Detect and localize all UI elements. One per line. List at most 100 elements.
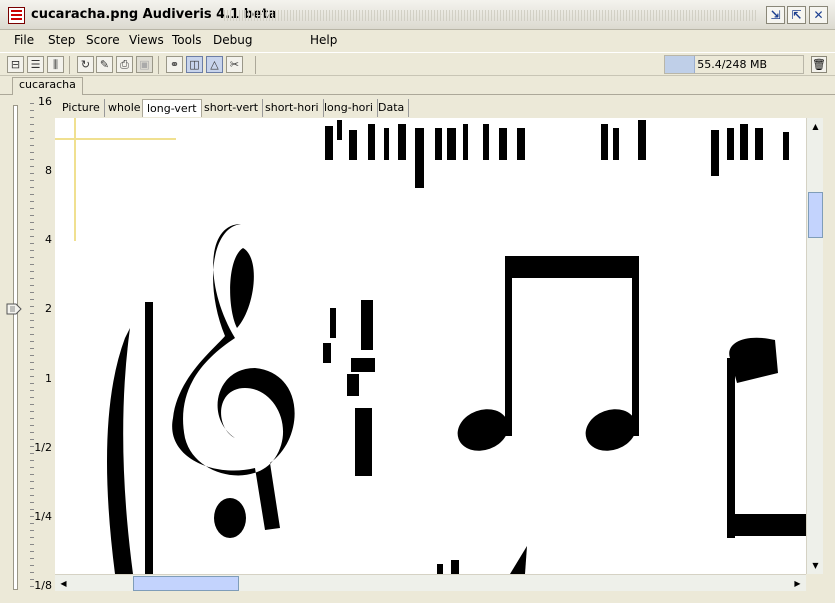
zoom-ruler-tick: [30, 488, 34, 489]
toolbar-separator: [255, 56, 256, 74]
zoom-ruler-tick: [30, 369, 34, 370]
menu-tools[interactable]: Tools: [172, 33, 202, 47]
zoom-ruler-tick: [30, 467, 34, 468]
vertical-layout-icon[interactable]: ⫼: [47, 56, 64, 73]
zoom-ruler[interactable]: 16 8 4 2 1 1/2 1/4 1/8: [0, 95, 55, 597]
menu-score[interactable]: Score: [86, 33, 120, 47]
title-bar: cucaracha.png Audiveris 4.1 beta ⇲ ⇱ ✕: [0, 0, 835, 30]
print-icon[interactable]: ⎙: [116, 56, 133, 73]
zoom-ruler-tick: [30, 572, 34, 573]
scroll-corner: [806, 574, 823, 591]
save-icon[interactable]: ▣: [136, 56, 153, 73]
horizontal-scrollbar[interactable]: ◀ ▶: [55, 574, 806, 591]
score-image-view[interactable]: [55, 118, 806, 574]
music-notation-image: [55, 118, 806, 574]
zoom-ruler-tick: [30, 376, 34, 377]
zoom-ruler-tick: [30, 432, 34, 433]
toolbar-separator: [69, 56, 70, 74]
zoom-ruler-tick: [30, 285, 34, 286]
garbage-collect-icon[interactable]: 🗑: [811, 56, 827, 73]
refresh-icon[interactable]: ↻: [77, 56, 94, 73]
memory-gauge-fill: [665, 56, 696, 73]
memory-gauge[interactable]: 55.4/248 MB: [664, 55, 804, 74]
tab-long-hori[interactable]: long-hori: [320, 99, 378, 117]
score-tab-strip: cucaracha: [0, 76, 835, 95]
scroll-left-icon[interactable]: ◀: [56, 576, 71, 591]
zoom-ruler-tick: [30, 348, 34, 349]
tab-long-vert[interactable]: long-vert: [142, 99, 202, 117]
zoom-ruler-tick: [30, 278, 34, 279]
menu-file[interactable]: File: [14, 33, 34, 47]
zoom-ruler-tick: [30, 292, 34, 293]
open-image-icon[interactable]: ⊟: [7, 56, 24, 73]
zoom-ruler-tick: [30, 551, 34, 552]
zoom-ruler-tick: [30, 579, 34, 580]
menu-bar: File Step Score Views Tools Debug Help: [0, 30, 835, 52]
zoom-label: 16: [38, 95, 52, 108]
score-tab-cucaracha[interactable]: cucaracha: [12, 77, 83, 95]
zoom-ruler-tick: [30, 159, 34, 160]
zoom-ruler-tick: [30, 166, 34, 167]
vertical-scroll-thumb[interactable]: [808, 192, 823, 238]
horizontal-scroll-thumb[interactable]: [133, 576, 239, 591]
tab-short-hori[interactable]: short-hori: [261, 99, 324, 117]
zoom-ruler-tick: [30, 509, 34, 510]
zoom-ruler-tick: [30, 194, 34, 195]
scroll-right-icon[interactable]: ▶: [790, 576, 805, 591]
zoom-ruler-tick: [30, 586, 34, 587]
zoom-ruler-tick: [30, 208, 34, 209]
zoom-ruler-tick: [30, 320, 34, 321]
zoom-ruler-tick: [30, 523, 34, 524]
menu-step[interactable]: Step: [48, 33, 75, 47]
zoom-ruler-tick: [30, 313, 34, 314]
zoom-ruler-tick: [30, 383, 34, 384]
tab-whole[interactable]: whole: [104, 99, 146, 117]
zoom-ruler-tick: [30, 236, 34, 237]
zoom-ruler-tick: [30, 439, 34, 440]
zoom-ruler-tick: [30, 355, 34, 356]
maximize-icon[interactable]: ⇱: [787, 6, 806, 24]
audiveris-app-icon[interactable]: [8, 7, 25, 24]
close-icon[interactable]: ✕: [809, 6, 828, 24]
horizontal-layout-icon[interactable]: ☰: [27, 56, 44, 73]
zoom-ruler-tick: [30, 299, 34, 300]
zoom-ruler-tick: [30, 516, 34, 517]
view-tab-strip: Picture whole long-vert short-vert short…: [55, 97, 835, 118]
zoom-ruler-tick: [30, 334, 34, 335]
menu-help[interactable]: Help: [310, 33, 337, 47]
zoom-ruler-tick: [30, 187, 34, 188]
zoom-ruler-tick: [30, 117, 34, 118]
tab-short-vert[interactable]: short-vert: [200, 99, 264, 117]
zoom-ruler-tick: [30, 446, 34, 447]
zoom-ruler-tick: [30, 502, 34, 503]
tab-picture[interactable]: Picture: [58, 99, 105, 117]
zoom-ruler-tick: [30, 418, 34, 419]
zoom-ruler-tick: [30, 257, 34, 258]
binocular-icon[interactable]: ⚭: [166, 56, 183, 73]
edit-icon[interactable]: ✎: [96, 56, 113, 73]
vertical-scrollbar[interactable]: ▲ ▼: [806, 118, 823, 574]
scroll-down-icon[interactable]: ▼: [808, 558, 823, 573]
zoom-ruler-tick: [30, 544, 34, 545]
tab-data[interactable]: Data: [374, 99, 410, 117]
dock-icon[interactable]: ⇲: [766, 6, 785, 24]
zoom-ruler-tick: [30, 271, 34, 272]
zoom-ruler-tick: [30, 397, 34, 398]
zoom-ruler-tick: [30, 474, 34, 475]
menu-views[interactable]: Views: [129, 33, 164, 47]
menu-debug[interactable]: Debug: [213, 33, 252, 47]
zoom-ruler-tick: [30, 138, 34, 139]
zoom-ruler-tick: [30, 341, 34, 342]
zoom-ruler-tick: [30, 530, 34, 531]
zoom-ruler-tick: [30, 460, 34, 461]
zoom-ruler-tick: [30, 306, 34, 307]
shape-icon[interactable]: △: [206, 56, 223, 73]
zoom-ruler-tick: [30, 495, 34, 496]
layers-icon[interactable]: ◫: [186, 56, 203, 73]
zoom-ruler-tick: [30, 411, 34, 412]
zoom-ruler-tick: [30, 565, 34, 566]
cut-icon[interactable]: ✂: [226, 56, 243, 73]
toolbar: ⊟ ☰ ⫼ ↻ ✎ ⎙ ▣ ⚭ ◫ △ ✂ 55.4/248 MB 🗑: [0, 52, 835, 76]
scroll-up-icon[interactable]: ▲: [808, 119, 823, 134]
zoom-label: 4: [45, 233, 52, 246]
